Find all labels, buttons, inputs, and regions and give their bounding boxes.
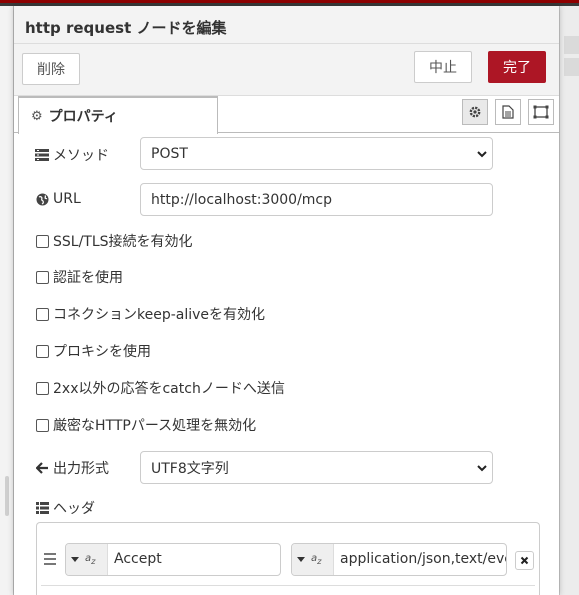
cancel-button[interactable]: 中止 [414, 51, 472, 83]
chevron-down-icon [477, 151, 487, 158]
chevron-down-icon [477, 465, 487, 472]
method-select[interactable]: POST [140, 137, 493, 170]
keepalive-checkbox-label: コネクションkeep-aliveを有効化 [53, 307, 266, 323]
header-accent-line [0, 0, 579, 3]
output-value: UTF8文字列 [151, 460, 229, 477]
drag-handle-icon[interactable] [44, 553, 56, 568]
dialog-title: http request ノードを編集 [25, 19, 227, 37]
edit-dialog: http request ノードを編集 削除 中止 完了 ⚙ プロパティ メソッ… [14, 6, 559, 595]
strict-http-checkbox[interactable]: 厳密なHTTPパース処理を無効化 [36, 415, 256, 435]
url-input[interactable]: http://localhost:3000/mcp [140, 183, 493, 216]
tls-checkbox[interactable]: SSL/TLS接続を有効化 [36, 231, 193, 251]
header-key-type-button[interactable]: az [66, 544, 108, 575]
list-icon [34, 502, 50, 514]
auth-checkbox-label: 認証を使用 [53, 270, 123, 286]
method-label: メソッド [34, 145, 109, 165]
delete-button[interactable]: 削除 [22, 53, 80, 85]
sidebar-tab[interactable] [564, 58, 579, 76]
remove-header-button[interactable] [515, 551, 534, 570]
workspace-scrollbar[interactable] [5, 476, 9, 516]
header-key-input[interactable]: az Accept [65, 543, 281, 576]
checkbox[interactable] [36, 307, 49, 321]
url-label: URL [34, 191, 81, 207]
output-label-text: 出力形式 [53, 461, 109, 477]
string-type-icon: az [85, 552, 96, 566]
header-key-value: Accept [114, 551, 162, 567]
keepalive-checkbox[interactable]: コネクションkeep-aliveを有効化 [36, 304, 265, 324]
string-type-icon: az [311, 552, 322, 566]
dialog-header: http request ノードを編集 [14, 6, 559, 44]
header-value-input[interactable]: az application/json,text/event-s [291, 543, 507, 576]
output-select[interactable]: UTF8文字列 [140, 451, 493, 484]
method-value: POST [151, 145, 188, 162]
checkbox[interactable] [36, 381, 49, 395]
strict-http-checkbox-label: 厳密なHTTPパース処理を無効化 [53, 418, 257, 434]
header-value-type-button[interactable]: az [292, 544, 334, 575]
description-icon[interactable] [495, 99, 521, 125]
gear-icon: ⚙ [31, 108, 43, 124]
proxy-checkbox-label: プロキシを使用 [53, 344, 151, 360]
method-label-text: メソッド [53, 148, 109, 164]
tasks-icon [34, 149, 50, 161]
gear-icon[interactable] [462, 99, 488, 125]
headers-label: ヘッダ [34, 498, 95, 518]
caret-down-icon [71, 557, 79, 562]
done-button[interactable]: 完了 [488, 51, 546, 83]
tab-properties-label: プロパティ [48, 109, 118, 125]
headers-list: az Accept az application/json,text/event… [36, 522, 540, 595]
headers-label-text: ヘッダ [53, 501, 95, 517]
header-value-value: application/json,text/event-s [340, 551, 506, 567]
proxy-checkbox[interactable]: プロキシを使用 [36, 341, 151, 361]
checkbox[interactable] [36, 418, 49, 432]
url-label-text: URL [53, 191, 81, 207]
tls-checkbox-label: SSL/TLS接続を有効化 [53, 234, 193, 250]
tab-properties[interactable]: ⚙ プロパティ [18, 96, 218, 134]
dialog-toolbar: 削除 中止 完了 [14, 44, 559, 96]
sidebar-tab[interactable] [564, 36, 579, 54]
arrow-left-icon [34, 462, 50, 474]
row-separator [41, 585, 535, 586]
catch-checkbox-label: 2xx以外の応答をcatchノードへ送信 [53, 381, 285, 397]
globe-icon [34, 193, 50, 206]
output-label: 出力形式 [34, 458, 109, 478]
appearance-icon[interactable] [528, 99, 554, 125]
checkbox[interactable] [36, 234, 49, 248]
checkbox[interactable] [36, 270, 49, 284]
sidebar-edge [559, 6, 579, 595]
auth-checkbox[interactable]: 認証を使用 [36, 267, 123, 287]
tabs-bar: ⚙ プロパティ [14, 96, 559, 134]
workspace-edge [0, 6, 14, 595]
close-icon [520, 556, 529, 565]
caret-down-icon [297, 557, 305, 562]
editor-window: http request ノードを編集 削除 中止 完了 ⚙ プロパティ メソッ… [0, 0, 579, 595]
checkbox[interactable] [36, 344, 49, 358]
catch-checkbox[interactable]: 2xx以外の応答をcatchノードへ送信 [36, 378, 285, 398]
